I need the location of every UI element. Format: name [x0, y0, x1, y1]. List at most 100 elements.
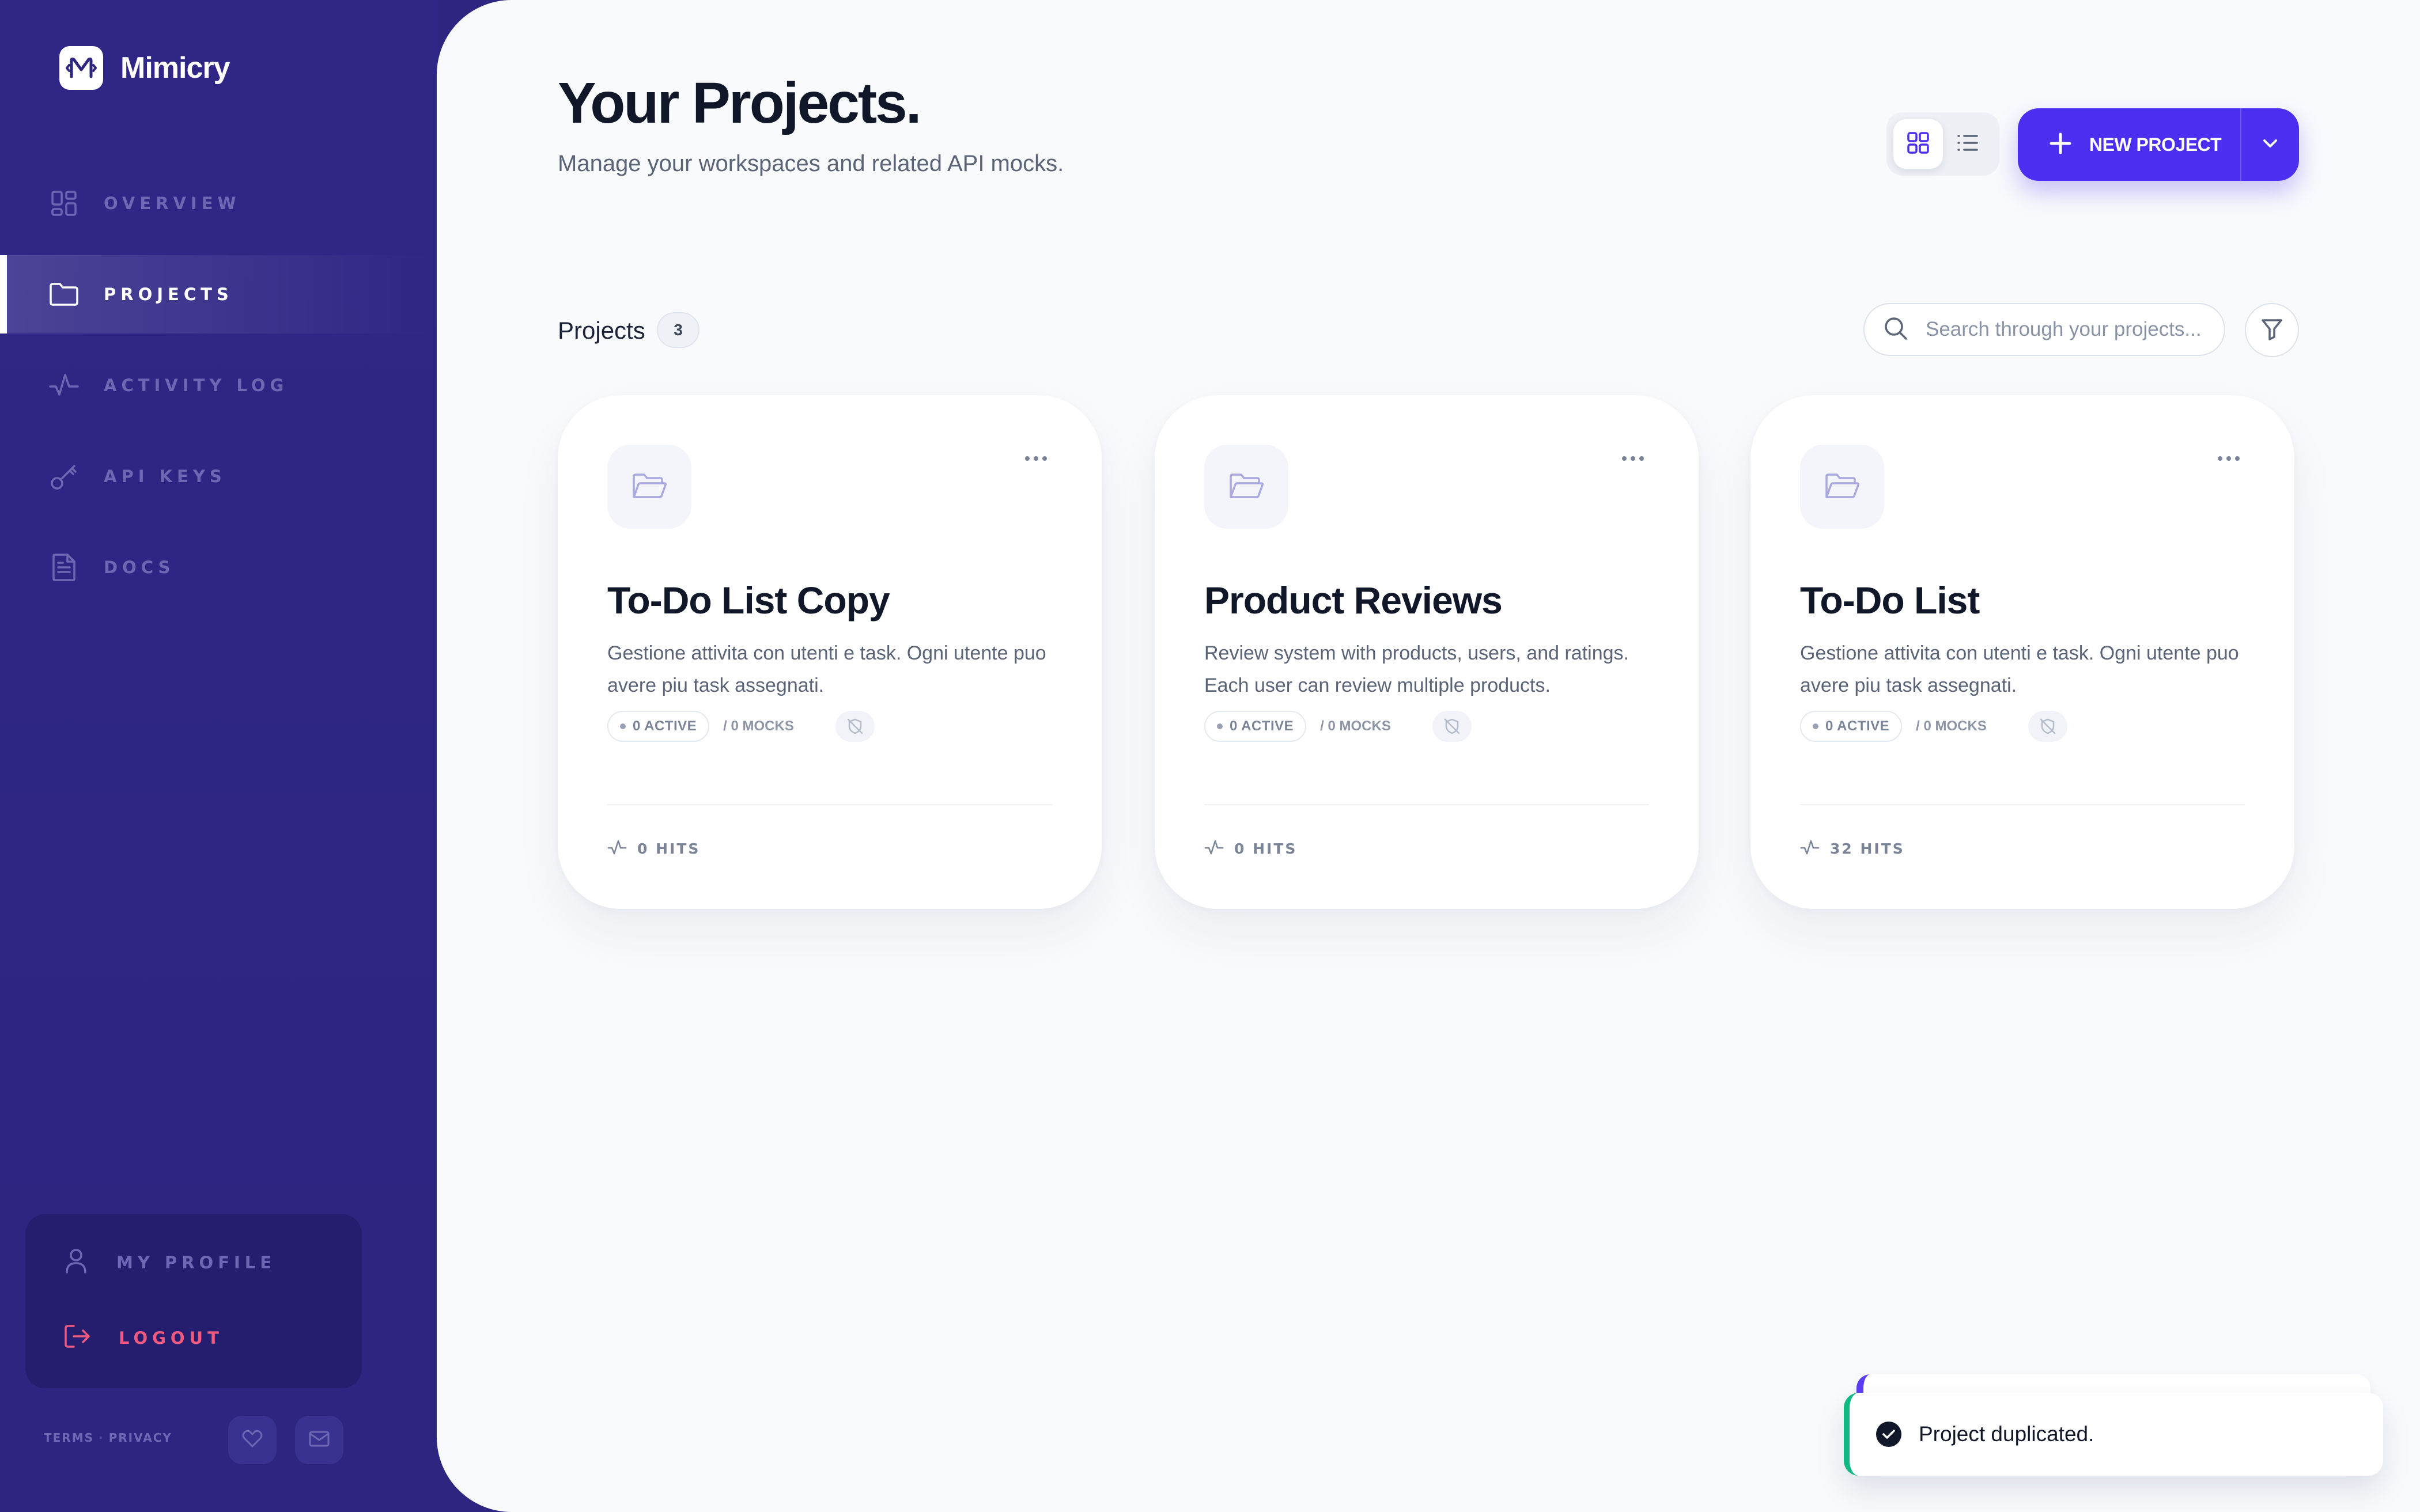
user-icon — [63, 1247, 89, 1278]
activity-icon — [1204, 839, 1224, 859]
card-hits: 0 HITS — [607, 839, 700, 859]
footer-links: TERMS · PRIVACY — [44, 1431, 172, 1445]
mocks-count: / 0 MOCKS — [1916, 718, 1987, 734]
card-meta: 0 ACTIVE / 0 MOCKS — [607, 711, 875, 742]
list-view-button[interactable] — [1943, 119, 1992, 169]
brand[interactable]: Mimicry — [59, 46, 230, 90]
filter-icon — [2260, 317, 2283, 343]
card-description: Gestione attivita con utenti e task. Ogn… — [1800, 642, 2239, 696]
active-count: 0 ACTIVE — [1825, 718, 1890, 734]
view-toggle — [1886, 112, 1999, 176]
sidebar-item-label: OVERVIEW — [104, 194, 241, 213]
app-name: Mimicry — [120, 51, 230, 85]
status-dot-icon — [1813, 723, 1818, 729]
card-description: Review system with products, users, and … — [1204, 642, 1629, 696]
activity-icon — [607, 839, 627, 859]
card-title: Product Reviews — [1204, 579, 1503, 622]
more-options-icon[interactable] — [1616, 447, 1650, 470]
card-divider — [1204, 804, 1649, 805]
sidebar-item-activity-log[interactable]: ACTIVITY LOG — [0, 346, 438, 425]
sidebar-nav: OVERVIEW PROJECTS ACTIVITY LOG API KEYS … — [0, 164, 438, 619]
footer-separator: · — [99, 1431, 104, 1445]
new-project-dropdown[interactable] — [2241, 108, 2299, 181]
sidebar-item-projects[interactable]: PROJECTS — [0, 255, 438, 334]
page-title: Your Projects. — [558, 71, 922, 135]
disabled-shield-icon — [2028, 711, 2067, 742]
list-view-icon — [1956, 132, 1979, 156]
card-title: To-Do List — [1800, 579, 1980, 622]
card-hits: 32 HITS — [1800, 839, 1905, 859]
chevron-down-icon — [2262, 138, 2278, 151]
sidebar-item-label: DOCS — [104, 558, 175, 577]
card-meta: 0 ACTIVE / 0 MOCKS — [1800, 711, 2067, 742]
logout-icon — [63, 1322, 91, 1353]
projects-section-label: Projects — [558, 317, 645, 344]
check-circle-icon — [1876, 1422, 1901, 1447]
heart-button[interactable] — [228, 1416, 277, 1464]
card-folder-icon — [1800, 445, 1884, 529]
new-project-button[interactable]: NEW PROJECT — [2018, 108, 2299, 181]
more-options-icon[interactable] — [2211, 447, 2246, 470]
filter-button[interactable] — [2245, 303, 2299, 357]
new-project-label: NEW PROJECT — [2089, 134, 2222, 155]
new-project-main[interactable]: NEW PROJECT — [2018, 108, 2240, 181]
search-icon — [1883, 316, 1908, 344]
status-dot-icon — [1217, 723, 1223, 729]
page-subtitle: Manage your workspaces and related API m… — [558, 151, 1064, 176]
more-options-icon[interactable] — [1019, 447, 1053, 470]
privacy-link[interactable]: PRIVACY — [109, 1431, 172, 1445]
mail-icon — [309, 1431, 330, 1450]
grid-view-button[interactable] — [1893, 119, 1943, 169]
sidebar-item-overview[interactable]: OVERVIEW — [0, 164, 438, 242]
project-card[interactable]: To-Do List Copy Gestione attivita con ut… — [558, 395, 1102, 909]
folder-icon — [48, 279, 80, 310]
sidebar-item-label: ACTIVITY LOG — [104, 376, 289, 395]
project-card[interactable]: Product Reviews Review system with produ… — [1155, 395, 1699, 909]
disabled-shield-icon — [835, 711, 875, 742]
profile-panel — [25, 1214, 362, 1388]
card-divider — [607, 804, 1052, 805]
mocks-count: / 0 MOCKS — [723, 718, 794, 734]
mail-button[interactable] — [295, 1416, 343, 1464]
projects-count-badge: 3 — [657, 312, 699, 348]
logout-label: LOGOUT — [119, 1328, 224, 1348]
activity-icon — [48, 370, 80, 401]
hits-count: 32 HITS — [1830, 840, 1905, 857]
active-count: 0 ACTIVE — [1230, 718, 1294, 734]
active-badge: 0 ACTIVE — [607, 711, 710, 742]
card-divider — [1800, 804, 2245, 805]
active-badge: 0 ACTIVE — [1800, 711, 1903, 742]
activity-icon — [1800, 839, 1820, 859]
card-meta: 0 ACTIVE / 0 MOCKS — [1204, 711, 1472, 742]
card-folder-icon — [607, 445, 691, 529]
search-input[interactable] — [1926, 318, 2202, 341]
card-title: To-Do List Copy — [607, 579, 890, 622]
key-icon — [48, 461, 80, 492]
mimicry-logo-icon — [59, 46, 103, 90]
hits-count: 0 HITS — [637, 840, 701, 857]
logout-button[interactable]: LOGOUT — [63, 1322, 224, 1353]
terms-link[interactable]: TERMS — [44, 1431, 94, 1445]
hits-count: 0 HITS — [1234, 840, 1298, 857]
active-badge: 0 ACTIVE — [1204, 711, 1307, 742]
sidebar-item-label: PROJECTS — [104, 285, 233, 304]
heart-icon — [242, 1430, 263, 1451]
disabled-shield-icon — [1432, 711, 1472, 742]
grid-icon — [48, 188, 80, 219]
project-card[interactable]: To-Do List Gestione attivita con utenti … — [1750, 395, 2294, 909]
card-description: Gestione attivita con utenti e task. Ogn… — [607, 642, 1046, 696]
toast-message: Project duplicated. — [1919, 1422, 2094, 1446]
sidebar: Mimicry OVERVIEW PROJECTS ACTIVITY LOG A… — [0, 0, 438, 1512]
sidebar-item-docs[interactable]: DOCS — [0, 528, 438, 607]
mocks-count: / 0 MOCKS — [1320, 718, 1391, 734]
my-profile-label: MY PROFILE — [116, 1252, 277, 1272]
sidebar-item-label: API KEYS — [104, 467, 226, 486]
my-profile-button[interactable]: MY PROFILE — [63, 1247, 276, 1278]
grid-view-icon — [1907, 131, 1930, 157]
status-dot-icon — [620, 723, 626, 729]
toast-notification[interactable]: Project duplicated. — [1844, 1393, 2383, 1476]
card-folder-icon — [1204, 445, 1288, 529]
sidebar-item-api-keys[interactable]: API KEYS — [0, 437, 438, 516]
plus-icon — [2049, 132, 2072, 158]
document-icon — [48, 552, 80, 583]
